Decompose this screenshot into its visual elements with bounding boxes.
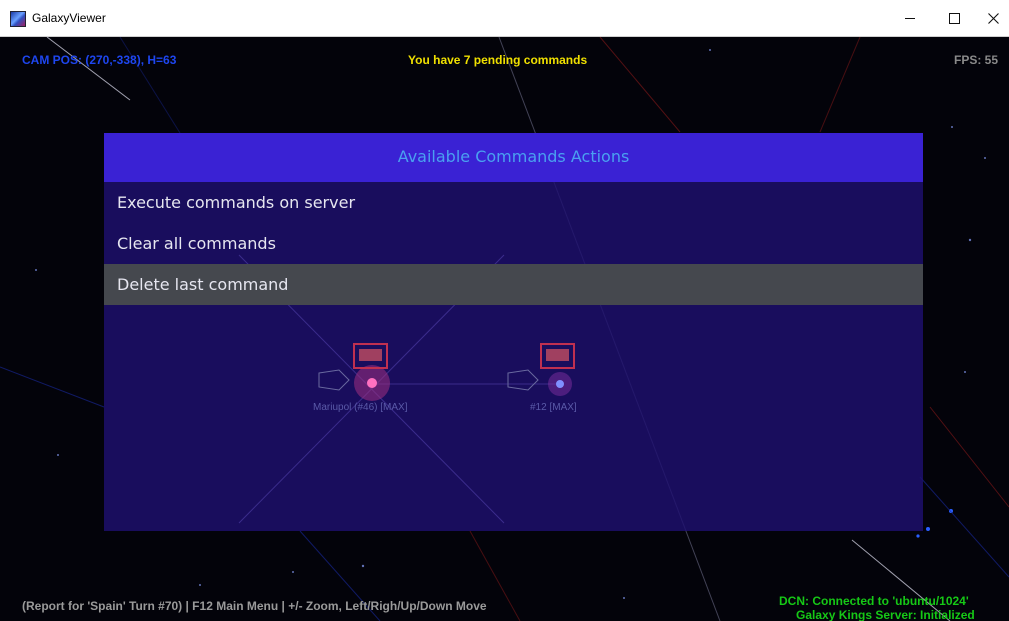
menu-item-label: Execute commands on server [117,193,356,212]
galaxy-map-viewport[interactable]: CAM POS: (270,-338), H=63 You have 7 pen… [0,37,1009,621]
dialog-title: Available Commands Actions [397,147,630,166]
connection-status: DCN: Connected to 'ubuntu/1024' [779,594,969,608]
camera-position-readout: CAM POS: (270,-338), H=63 [22,53,177,67]
planet-label: Mariupol (#46) [MAX] [313,402,408,413]
fps-counter: FPS: 55 [954,53,999,67]
window-title: GalaxyViewer [32,11,106,25]
clear-commands-menu-item[interactable]: Clear all commands [104,223,923,264]
minimize-icon [904,18,915,19]
planet-label: #12 [MAX] [530,402,577,413]
planet-marker-12[interactable] [507,343,575,396]
close-button[interactable] [977,0,1009,37]
minimize-button[interactable] [887,0,932,37]
commands-actions-dialog: Mariupol (#46) [MAX] #12 [MAX] Available… [104,133,923,531]
pending-commands-notice: You have 7 pending commands [408,53,588,67]
close-icon [987,13,999,24]
maximize-button[interactable] [932,0,977,37]
menu-item-label: Clear all commands [117,234,276,253]
menu-item-label: Delete last command [117,275,289,294]
execute-commands-menu-item[interactable]: Execute commands on server [104,182,923,223]
server-status: Galaxy Kings Server: Initialized [796,608,975,621]
maximize-icon [949,13,960,24]
dialog-header: Available Commands Actions [104,133,923,182]
galaxy-viewer-window: GalaxyViewer CAM POS: (270,-338), H=63 Y… [0,0,1009,621]
galaxy-app-icon [10,11,26,27]
title-bar[interactable]: GalaxyViewer [0,0,1009,37]
status-help-bar: (Report for 'Spain' Turn #70) | F12 Main… [22,599,487,613]
delete-last-command-menu-item[interactable]: Delete last command [104,264,923,305]
